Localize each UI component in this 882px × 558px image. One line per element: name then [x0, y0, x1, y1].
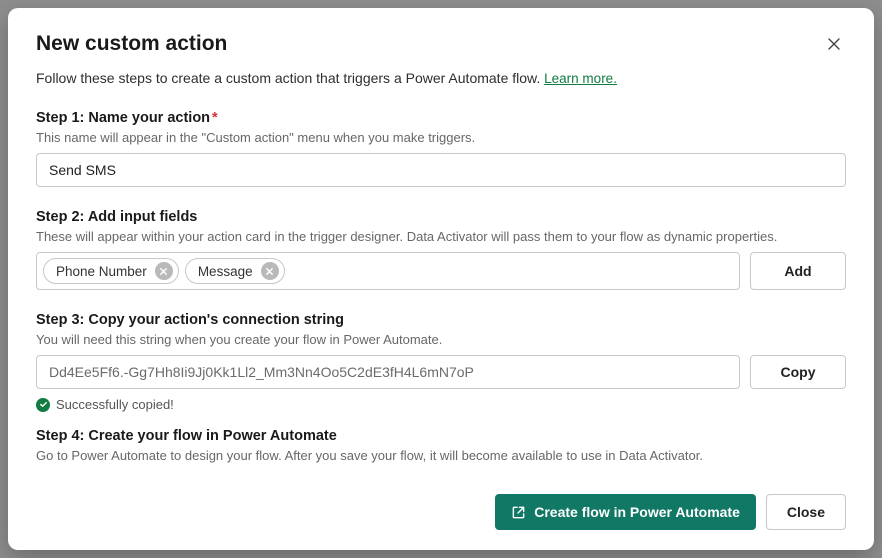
x-icon: [159, 267, 168, 276]
copy-status: Successfully copied!: [36, 397, 846, 412]
learn-more-link[interactable]: Learn more.: [544, 71, 617, 86]
step-4: Step 4: Create your flow in Power Automa…: [36, 428, 846, 463]
copy-status-text: Successfully copied!: [56, 397, 174, 412]
step-4-sub: Go to Power Automate to design your flow…: [36, 448, 846, 463]
close-icon: [826, 36, 842, 52]
chip-remove-button[interactable]: [261, 262, 279, 280]
required-asterisk: *: [212, 110, 218, 126]
check-circle-icon: [36, 398, 50, 412]
step-3: Step 3: Copy your action's connection st…: [36, 312, 846, 412]
dialog-footer: Create flow in Power Automate Close: [36, 494, 846, 530]
step-2-sub: These will appear within your action car…: [36, 229, 846, 244]
step-1-heading: Step 1: Name your action*: [36, 110, 846, 126]
chip-label: Message: [198, 264, 253, 279]
step-1: Step 1: Name your action* This name will…: [36, 110, 846, 187]
step-3-sub: You will need this string when you creat…: [36, 332, 846, 347]
add-input-field-button[interactable]: Add: [750, 252, 846, 290]
step-2: Step 2: Add input fields These will appe…: [36, 209, 846, 290]
dialog-title: New custom action: [36, 32, 227, 56]
create-flow-label: Create flow in Power Automate: [534, 504, 740, 520]
dialog-header: New custom action: [36, 32, 846, 56]
chip-remove-button[interactable]: [155, 262, 173, 280]
step-1-heading-text: Step 1: Name your action: [36, 110, 210, 126]
new-custom-action-dialog: New custom action Follow these steps to …: [8, 8, 874, 550]
create-flow-button[interactable]: Create flow in Power Automate: [495, 494, 756, 530]
connection-string-input[interactable]: [36, 355, 740, 389]
copy-button[interactable]: Copy: [750, 355, 846, 389]
close-icon-button[interactable]: [822, 32, 846, 56]
action-name-input[interactable]: [36, 153, 846, 187]
step-3-heading: Step 3: Copy your action's connection st…: [36, 312, 846, 328]
x-icon: [265, 267, 274, 276]
step-1-sub: This name will appear in the "Custom act…: [36, 130, 846, 145]
open-external-icon: [511, 505, 526, 520]
chip-label: Phone Number: [56, 264, 147, 279]
intro-body: Follow these steps to create a custom ac…: [36, 70, 540, 86]
chip-message: Message: [185, 258, 285, 284]
close-button[interactable]: Close: [766, 494, 846, 530]
intro-text: Follow these steps to create a custom ac…: [36, 70, 846, 86]
step-2-heading: Step 2: Add input fields: [36, 209, 846, 225]
step-4-heading: Step 4: Create your flow in Power Automa…: [36, 428, 846, 444]
input-fields-box[interactable]: Phone Number Message: [36, 252, 740, 290]
chip-phone-number: Phone Number: [43, 258, 179, 284]
